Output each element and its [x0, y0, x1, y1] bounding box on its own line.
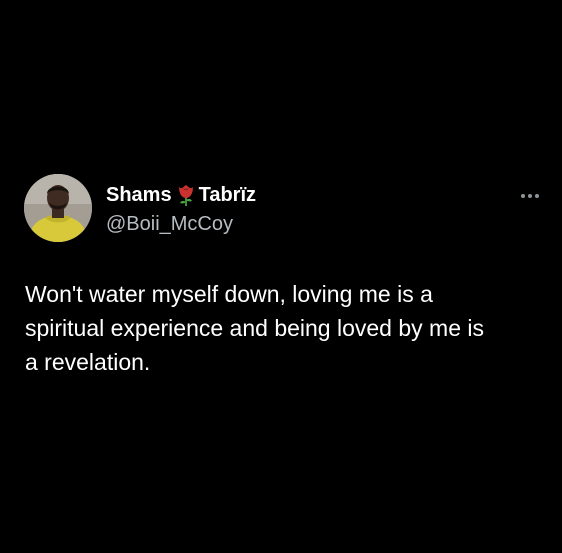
- tweet-text: Won't water myself down, loving me is a …: [25, 281, 484, 375]
- display-name[interactable]: Shams Tabrïz: [106, 182, 256, 208]
- avatar[interactable]: [24, 174, 92, 242]
- tweet-card: Shams Tabrïz @Boii_McCoy Won't water mys…: [0, 0, 562, 553]
- display-name-last: Tabrïz: [198, 184, 257, 206]
- rose-icon: [175, 183, 197, 207]
- tweet-header: Shams Tabrïz @Boii_McCoy: [106, 182, 256, 237]
- display-name-first: Shams: [106, 184, 172, 206]
- profile-photo: [24, 174, 92, 242]
- more-horizontal-icon: [521, 194, 539, 198]
- more-options-button[interactable]: [521, 190, 545, 202]
- user-handle[interactable]: @Boii_McCoy: [106, 211, 256, 237]
